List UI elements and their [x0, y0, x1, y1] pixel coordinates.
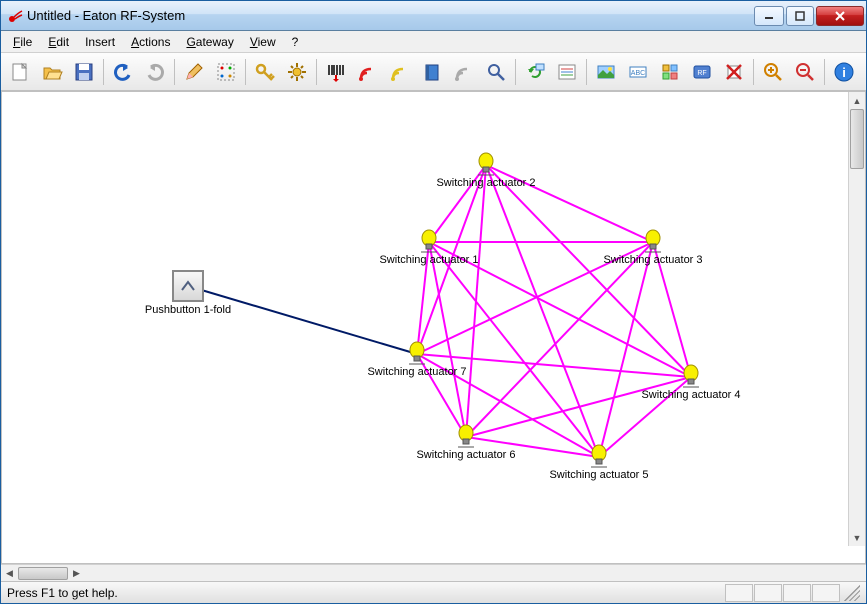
refresh-button[interactable] — [520, 57, 550, 87]
toolbar: ABC RF i — [1, 53, 866, 91]
toolbar-separator — [515, 59, 516, 85]
search-button[interactable] — [481, 57, 511, 87]
status-pane — [754, 584, 782, 602]
minimize-button[interactable] — [754, 6, 784, 26]
node-label[interactable]: Pushbutton 1-fold — [145, 304, 231, 316]
svg-text:ABC: ABC — [631, 70, 645, 77]
grid-button[interactable] — [211, 57, 241, 87]
svg-text:RF: RF — [697, 70, 706, 77]
info-button[interactable]: i — [829, 57, 859, 87]
redo-button[interactable] — [140, 57, 170, 87]
vertical-scroll-thumb[interactable] — [850, 109, 864, 169]
undo-button[interactable] — [108, 57, 138, 87]
scroll-down-arrow[interactable]: ▼ — [849, 529, 865, 546]
menu-file[interactable]: File — [5, 33, 40, 51]
close-button[interactable] — [816, 6, 864, 26]
titlebar: Untitled - Eaton RF-System — [1, 1, 866, 31]
save-button[interactable] — [69, 57, 99, 87]
status-pane — [812, 584, 840, 602]
label-button[interactable]: ABC — [623, 57, 653, 87]
toolbar-separator — [316, 59, 317, 85]
status-pane — [783, 584, 811, 602]
window-title: Untitled - Eaton RF-System — [27, 8, 754, 23]
node-label[interactable]: Switching actuator 3 — [603, 254, 702, 266]
toolbar-separator — [753, 59, 754, 85]
scroll-up-arrow[interactable]: ▲ — [849, 92, 865, 109]
toolbar-separator — [824, 59, 825, 85]
menu-help[interactable]: ? — [284, 33, 307, 51]
rf-scan-yellow-button[interactable] — [385, 57, 415, 87]
window-buttons — [754, 6, 864, 26]
node-label[interactable]: Switching actuator 7 — [367, 366, 466, 378]
key-button[interactable] — [250, 57, 280, 87]
picture-button[interactable] — [591, 57, 621, 87]
toolbar-separator — [174, 59, 175, 85]
status-pane — [725, 584, 753, 602]
node-label[interactable]: Switching actuator 6 — [416, 449, 515, 461]
zoomin-button[interactable] — [758, 57, 788, 87]
menu-insert[interactable]: Insert — [77, 33, 123, 51]
scroll-right-arrow[interactable]: ▶ — [68, 565, 85, 582]
node-label[interactable]: Switching actuator 5 — [549, 469, 648, 481]
toolbar-separator — [103, 59, 104, 85]
zoomout-button[interactable] — [790, 57, 820, 87]
maximize-button[interactable] — [786, 6, 814, 26]
rf-badge-button[interactable]: RF — [687, 57, 717, 87]
horizontal-scrollbar[interactable]: ◀ ▶ — [1, 564, 866, 581]
svg-text:i: i — [842, 65, 846, 80]
resize-grip[interactable] — [844, 585, 860, 601]
pushbutton-node[interactable] — [172, 270, 204, 302]
list-button[interactable] — [552, 57, 582, 87]
menu-view[interactable]: View — [242, 33, 284, 51]
app-icon — [7, 8, 23, 24]
rf-scan-red-button[interactable] — [353, 57, 383, 87]
menu-gateway[interactable]: Gateway — [178, 33, 241, 51]
node-label[interactable]: Switching actuator 1 — [379, 254, 478, 266]
open-button[interactable] — [37, 57, 67, 87]
vertical-scrollbar[interactable]: ▲ ▼ — [848, 92, 865, 546]
menubar: File Edit Insert Actions Gateway View ? — [1, 31, 866, 53]
new-button[interactable] — [5, 57, 35, 87]
menu-edit[interactable]: Edit — [40, 33, 77, 51]
grid2-button[interactable] — [655, 57, 685, 87]
rf-scan-gray-button[interactable] — [449, 57, 479, 87]
toolbar-separator — [245, 59, 246, 85]
barcode-button[interactable] — [321, 57, 351, 87]
edit-button[interactable] — [179, 57, 209, 87]
app-window: Untitled - Eaton RF-System File Edit Ins… — [0, 0, 867, 604]
settings-button[interactable] — [282, 57, 312, 87]
horizontal-scroll-thumb[interactable] — [18, 567, 68, 580]
status-text: Press F1 to get help. — [7, 586, 118, 600]
status-panes — [725, 584, 840, 602]
node-label[interactable]: Switching actuator 4 — [641, 389, 740, 401]
toolbar-separator — [586, 59, 587, 85]
graph-svg — [2, 92, 850, 562]
canvas-area[interactable]: Pushbutton 1-fold Switching actuator 1 Swi… — [1, 91, 866, 564]
delete-button[interactable] — [719, 57, 749, 87]
scroll-left-arrow[interactable]: ◀ — [1, 565, 18, 582]
menu-actions[interactable]: Actions — [123, 33, 178, 51]
statusbar: Press F1 to get help. — [1, 581, 866, 603]
book-button[interactable] — [417, 57, 447, 87]
node-label[interactable]: Switching actuator 2 — [436, 177, 535, 189]
